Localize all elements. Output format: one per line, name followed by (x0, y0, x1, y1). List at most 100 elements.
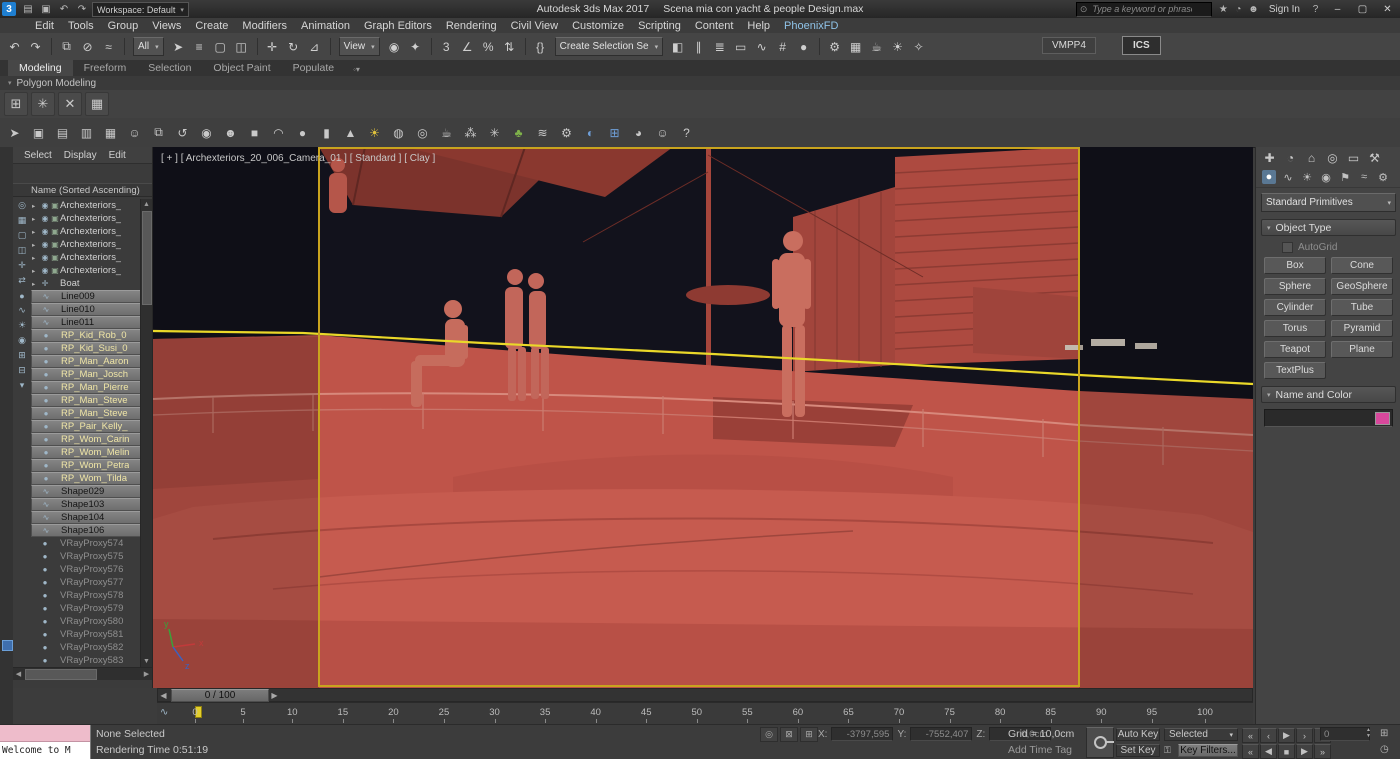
scene-explorer-row[interactable]: ● VRayProxy574 (31, 537, 141, 550)
select-and-link-icon[interactable]: ⧉ (56, 36, 77, 57)
mini-curve-editor-icon[interactable]: ∿ (160, 707, 168, 718)
key-filter-icon[interactable]: ⚿ (1164, 745, 1171, 756)
play-forward-button[interactable]: ▶ (1296, 744, 1313, 759)
scene-explorer-row[interactable]: ▸ ◉ ▣ Archexteriors_ (31, 264, 141, 277)
scene-explorer-row[interactable]: ● RP_Wom_Tilda (31, 472, 141, 485)
play-reverse-button[interactable]: ◀ (1260, 744, 1277, 759)
macro-recorder-pane[interactable] (0, 725, 90, 742)
ribbon-tab[interactable]: Populate (282, 60, 345, 76)
snaps-toggle-icon[interactable]: 3 (436, 36, 457, 57)
coordinate-field[interactable]: -7552,407 (910, 727, 972, 741)
listener-pane[interactable]: Welcome to M (0, 742, 90, 759)
material-editor-icon[interactable]: ● (793, 36, 814, 57)
scene-explorer-row[interactable]: ▸ ◉ ▣ Archexteriors_ (31, 212, 141, 225)
scene-explorer-row[interactable]: ● VRayProxy577 (31, 576, 141, 589)
filter-shapes-icon[interactable]: ∿ (15, 304, 29, 317)
scene-explorer-row[interactable]: ● RP_Man_Steve (31, 407, 141, 420)
set-keys-button[interactable] (1086, 727, 1114, 758)
frame-spinner[interactable]: ▲ ▼ (1364, 727, 1373, 740)
primitive-button[interactable]: Cylinder (1264, 299, 1326, 316)
menu-item[interactable]: Help (740, 20, 777, 32)
auto-key-button[interactable]: Auto Key (1116, 728, 1160, 741)
ribbon-config-icon[interactable]: ◦▾ (345, 63, 368, 76)
select-cursor-icon[interactable]: ➤ (3, 121, 26, 144)
expand-arrow-icon[interactable]: ▸ (32, 228, 40, 236)
people-pair-icon[interactable]: ☻ (219, 121, 242, 144)
menu-item[interactable]: Create (188, 20, 235, 32)
help-icon[interactable]: ? (675, 121, 698, 144)
name-column-header[interactable]: Name (Sorted Ascending) (13, 183, 152, 197)
slider-left-arrow[interactable]: ◀ (158, 691, 169, 700)
select-none-icon[interactable]: ▢ (15, 229, 29, 242)
scene-explorer-row[interactable]: ● VRayProxy576 (31, 563, 141, 576)
scene-explorer-row[interactable]: ▸ ◉ ▣ Archexteriors_ (31, 225, 141, 238)
display-tab-icon[interactable]: ▭ (1346, 151, 1361, 165)
edit-named-selections-icon[interactable]: {} (530, 36, 551, 57)
explorer-vertical-scrollbar[interactable]: ▲ ▼ (140, 199, 152, 667)
scene-window-icon[interactable]: ▣ (27, 121, 50, 144)
scrollbar-thumb[interactable] (142, 211, 152, 305)
percent-snap-icon[interactable]: % (478, 36, 499, 57)
render-setup-icon[interactable]: ⚙ (824, 36, 845, 57)
property-list-icon[interactable]: ▥ (75, 121, 98, 144)
menu-item[interactable]: Views (145, 20, 188, 32)
pin-explorer-icon[interactable]: ▾ (15, 379, 29, 392)
vmpp4-button[interactable]: VMPP4 (1042, 37, 1096, 54)
dome-primitive-icon[interactable]: ◠ (267, 121, 290, 144)
foliage-icon[interactable]: ♣ (507, 121, 530, 144)
scene-explorer-row[interactable]: ● RP_Wom_Petra (31, 459, 141, 472)
scene-explorer-row[interactable]: ● RP_Man_Josch (31, 368, 141, 381)
rotate-gizmo-icon[interactable]: ↺ (171, 121, 194, 144)
render-ball-icon[interactable]: ◕ (627, 121, 650, 144)
add-time-tag[interactable]: Add Time Tag (1008, 744, 1072, 756)
selection-filter-dropdown[interactable]: All▾ (133, 37, 164, 56)
filter-helpers-icon[interactable]: ⊞ (15, 349, 29, 362)
scene-explorer-row[interactable]: ● RP_Pair_Kelly_ (31, 420, 141, 433)
explorer-menu-item[interactable]: Edit (104, 150, 131, 161)
select-manipulate-icon[interactable]: ✦ (405, 36, 426, 57)
next-frame-button[interactable]: › (1296, 728, 1313, 743)
object-color-swatch[interactable] (1375, 412, 1390, 425)
scene-explorer-row[interactable]: ● VRayProxy583 (31, 654, 141, 667)
hierarchy-tab-icon[interactable]: ⌂ (1304, 151, 1319, 165)
set-key-button[interactable]: Set Key (1116, 744, 1160, 757)
primitive-button[interactable]: Plane (1331, 341, 1393, 358)
select-children-icon[interactable]: ✛ (15, 259, 29, 272)
motion-tab-icon[interactable]: ◎ (1325, 151, 1340, 165)
primitive-button[interactable]: Pyramid (1331, 320, 1393, 337)
grid-layout-icon[interactable]: ⊞ (4, 92, 28, 116)
populate-add-icon[interactable]: ☺ (651, 121, 674, 144)
sphere-primitive-icon[interactable]: ● (291, 121, 314, 144)
coordinate-field[interactable]: -3797,595 (831, 727, 893, 741)
scene-explorer-row[interactable]: ∿ Shape104 (31, 511, 141, 524)
geosphere-primitive-icon[interactable]: ◍ (387, 121, 410, 144)
primitive-button[interactable]: GeoSphere (1331, 278, 1393, 295)
scene-explorer-row[interactable]: ● VRayProxy578 (31, 589, 141, 602)
redo-icon[interactable]: ↷ (25, 36, 46, 57)
spinner-down-icon[interactable]: ▼ (1364, 733, 1373, 739)
camera-view-icon[interactable]: ◉ (195, 121, 218, 144)
scroll-right-icon[interactable]: ▶ (141, 668, 152, 679)
time-slider-handle[interactable]: 0 / 100 (171, 689, 269, 702)
sync-selection-icon[interactable]: ⇄ (15, 274, 29, 287)
next-key-button[interactable]: » (1314, 744, 1331, 759)
open-file-icon[interactable]: ▤ (20, 2, 36, 17)
ribbon-tab[interactable]: Modeling (8, 60, 73, 76)
explorer-horizontal-scrollbar[interactable]: ◀ ▶ (13, 667, 152, 680)
scene-explorer-row[interactable]: ▸ ✛ Boat (31, 277, 141, 290)
unlink-selection-icon[interactable]: ⊘ (77, 36, 98, 57)
go-to-start-button[interactable]: « (1242, 728, 1259, 743)
primitive-button[interactable]: Sphere (1264, 278, 1326, 295)
scene-explorer-row[interactable]: ● VRayProxy581 (31, 628, 141, 641)
menu-item[interactable]: Content (688, 20, 741, 32)
workspace-dropdown[interactable]: Workspace: Default ▾ (92, 2, 189, 17)
redo-small-icon[interactable]: ↷ (74, 2, 90, 17)
viewport[interactable]: [ + ] [ Archexteriors_20_006_Camera_01 ]… (153, 147, 1253, 688)
shapes-category-icon[interactable]: ∿ (1281, 170, 1295, 184)
ics-button[interactable]: ICS (1122, 36, 1161, 55)
previous-key-button[interactable]: « (1242, 744, 1259, 759)
scene-explorer-row[interactable]: ● RP_Man_Pierre (31, 381, 141, 394)
layer-manager-icon[interactable]: ≣ (709, 36, 730, 57)
delete-tool-icon[interactable]: ✕ (58, 92, 82, 116)
find-icon[interactable]: ◎ (15, 199, 29, 212)
